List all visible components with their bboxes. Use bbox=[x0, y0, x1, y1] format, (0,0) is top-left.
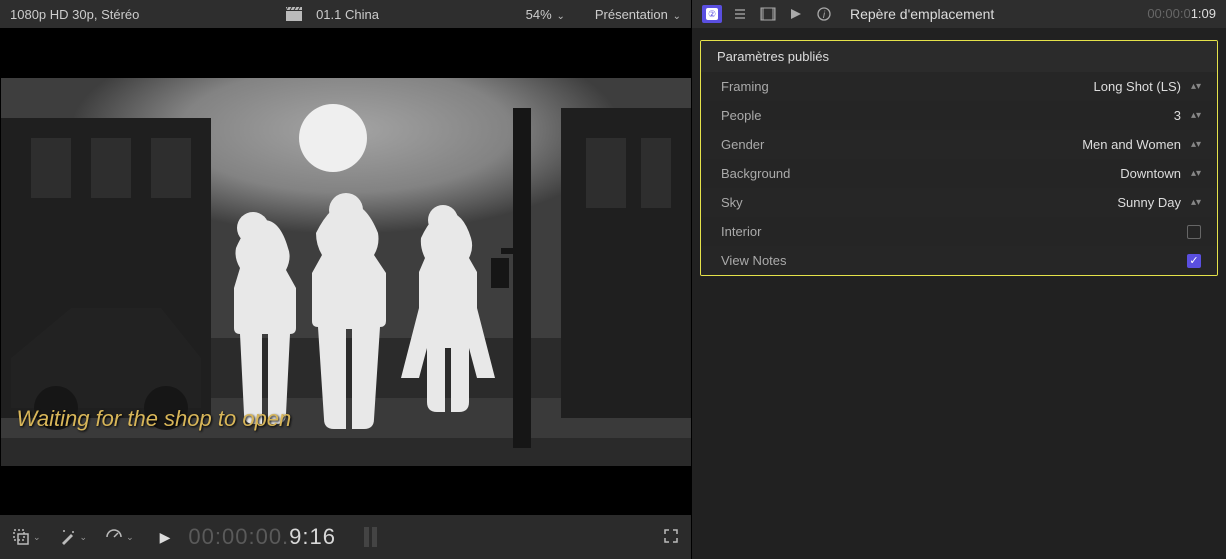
viewer-topbar: 1080p HD 30p, Stéréo 01.1 China 54% ⌄ Pr… bbox=[0, 0, 691, 28]
param-label: Gender bbox=[721, 137, 871, 152]
inspector-tabs: ② i bbox=[702, 5, 834, 23]
inspector-body: Paramètres publiés Framing Long Shot (LS… bbox=[692, 28, 1226, 278]
play-button[interactable]: ▶ bbox=[160, 529, 171, 546]
clip-duration: 00:00:01:09 bbox=[1147, 6, 1216, 22]
param-value[interactable]: 3 bbox=[871, 108, 1187, 123]
inspector-topbar: ② i Repère d'emplacement 00:00:01:09 bbox=[692, 0, 1226, 28]
chevron-down-icon: ⌄ bbox=[554, 11, 565, 22]
clip-name[interactable]: 01.1 China bbox=[316, 7, 379, 22]
chevron-down-icon: ⌄ bbox=[80, 532, 88, 543]
checkbox[interactable]: ✓ bbox=[1187, 254, 1201, 268]
caption-text: Waiting for the shop to open bbox=[17, 406, 292, 432]
stepper-icon[interactable]: ▴▾ bbox=[1191, 112, 1201, 120]
chevron-down-icon: ⌄ bbox=[126, 532, 134, 543]
crop-tool-icon[interactable]: ⌄ bbox=[12, 528, 41, 546]
inspector-title: Repère d'emplacement bbox=[850, 6, 994, 22]
stepper-icon[interactable]: ▴▾ bbox=[1191, 141, 1201, 149]
share-tab-icon[interactable] bbox=[786, 5, 806, 23]
view-mode[interactable]: Présentation ⌄ bbox=[595, 7, 681, 22]
param-row-framing: Framing Long Shot (LS) ▴▾ bbox=[701, 72, 1217, 101]
param-row-sky: Sky Sunny Day ▴▾ bbox=[701, 188, 1217, 217]
param-row-people: People 3 ▴▾ bbox=[701, 101, 1217, 130]
stepper-icon[interactable]: ▴▾ bbox=[1191, 83, 1201, 91]
chevron-down-icon: ⌄ bbox=[33, 532, 41, 543]
retime-tool-icon[interactable]: ⌄ bbox=[105, 528, 134, 546]
generator-tab-icon[interactable]: ② bbox=[702, 5, 722, 23]
viewer-bottombar: ⌄ ⌄ ⌄ ▶ 00:00:00.9:16 bbox=[0, 515, 691, 559]
published-parameters-section: Paramètres publiés Framing Long Shot (LS… bbox=[700, 40, 1218, 276]
param-value[interactable]: Sunny Day bbox=[871, 195, 1187, 210]
checkbox[interactable] bbox=[1187, 225, 1201, 239]
inspector-panel: ② i Repère d'emplacement 00:00:01:09 bbox=[692, 0, 1226, 559]
stepper-icon[interactable]: ▴▾ bbox=[1191, 170, 1201, 178]
viewer-body: Waiting for the shop to open bbox=[0, 28, 691, 515]
param-value[interactable]: Downtown bbox=[871, 166, 1187, 181]
playhead-timecode[interactable]: 00:00:00.9:16 bbox=[188, 524, 336, 550]
param-value[interactable]: Long Shot (LS) bbox=[871, 79, 1187, 94]
param-row-background: Background Downtown ▴▾ bbox=[701, 159, 1217, 188]
section-header: Paramètres publiés bbox=[701, 41, 1217, 72]
clapperboard-icon bbox=[286, 7, 302, 21]
stepper-icon[interactable]: ▴▾ bbox=[1191, 199, 1201, 207]
fullscreen-icon[interactable] bbox=[663, 528, 679, 547]
param-label: Background bbox=[721, 166, 871, 181]
format-label: 1080p HD 30p, Stéréo bbox=[10, 7, 139, 22]
text-tab-icon[interactable] bbox=[730, 5, 750, 23]
param-label: Interior bbox=[721, 224, 871, 239]
viewer-panel: 1080p HD 30p, Stéréo 01.1 China 54% ⌄ Pr… bbox=[0, 0, 692, 559]
enhance-tool-icon[interactable]: ⌄ bbox=[59, 528, 88, 546]
svg-text:②: ② bbox=[708, 9, 716, 19]
audio-meters bbox=[364, 527, 377, 547]
chevron-down-icon: ⌄ bbox=[670, 11, 681, 22]
param-value[interactable]: Men and Women bbox=[871, 137, 1187, 152]
video-tab-icon[interactable] bbox=[758, 5, 778, 23]
preview-viewport[interactable]: Waiting for the shop to open bbox=[1, 78, 691, 466]
param-row-view-notes: View Notes ✓ bbox=[701, 246, 1217, 275]
param-label: Framing bbox=[721, 79, 871, 94]
param-label: Sky bbox=[721, 195, 871, 210]
param-row-interior: Interior bbox=[701, 217, 1217, 246]
param-row-gender: Gender Men and Women ▴▾ bbox=[701, 130, 1217, 159]
param-label: People bbox=[721, 108, 871, 123]
param-label: View Notes bbox=[721, 253, 871, 268]
zoom-level[interactable]: 54% ⌄ bbox=[526, 7, 565, 22]
info-tab-icon[interactable]: i bbox=[814, 5, 834, 23]
